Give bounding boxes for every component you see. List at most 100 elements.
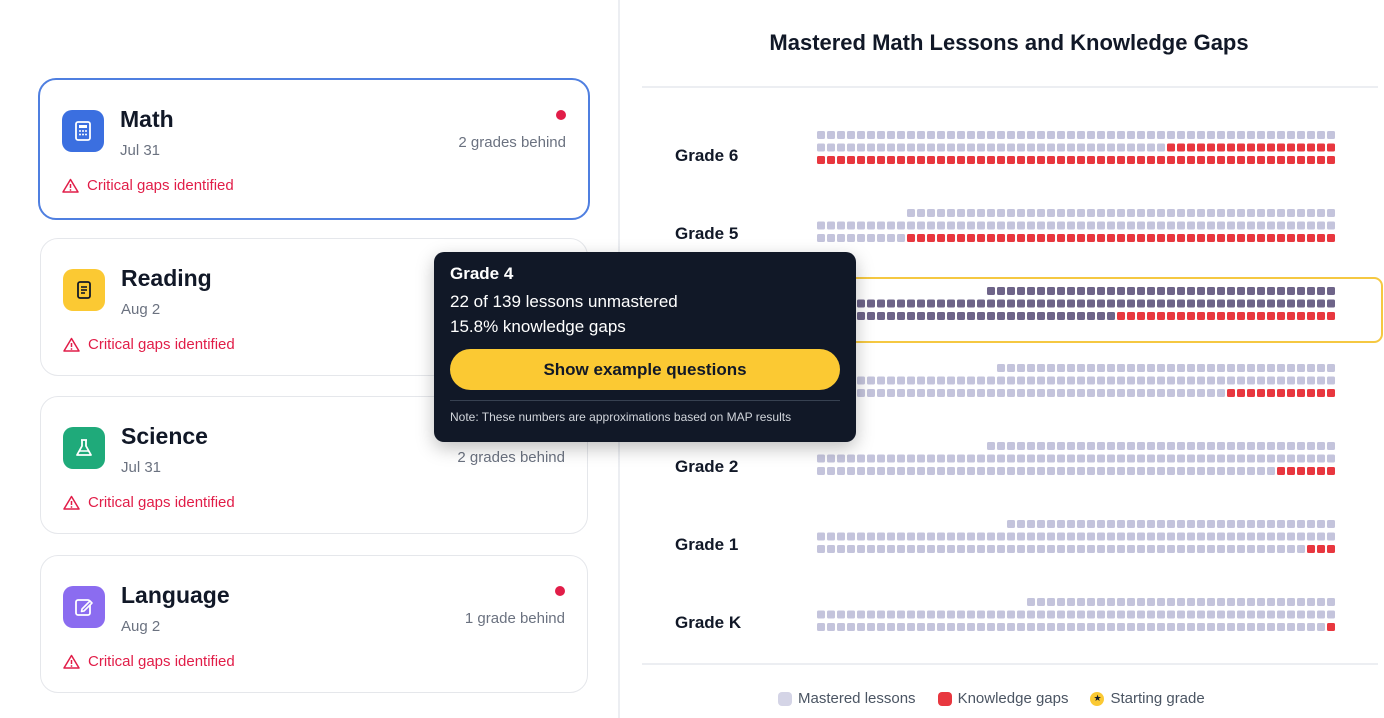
mastered-cell: [1207, 389, 1215, 397]
mastered-cell: [857, 376, 865, 385]
warning-icon: [63, 654, 80, 669]
mastered-cell: [1207, 364, 1215, 372]
mastered-cell: [887, 389, 895, 397]
mastered-cell: [1017, 532, 1025, 541]
gap-cell: [1297, 389, 1305, 397]
mastered-cell: [1127, 467, 1135, 475]
mastered-cell: [1097, 623, 1105, 631]
mastered-cell: [1007, 454, 1015, 463]
mastered-cell: [1007, 312, 1015, 320]
mastered-cell: [987, 221, 995, 230]
mastered-cell: [847, 532, 855, 541]
mastered-cell: [1207, 454, 1215, 463]
mastered-cell: [857, 389, 865, 397]
mastered-cell: [1057, 545, 1065, 553]
mastered-cell: [877, 131, 885, 139]
mastered-cell: [1207, 598, 1215, 606]
mastered-cell: [1117, 442, 1125, 450]
mastered-cell: [1267, 287, 1275, 295]
gap-cell: [1317, 143, 1325, 152]
mastered-cell: [1137, 442, 1145, 450]
mastered-cell: [1287, 442, 1295, 450]
mastered-cell: [1197, 545, 1205, 553]
mastered-cell: [1027, 467, 1035, 475]
mastered-cell: [997, 389, 1005, 397]
subject-card-math[interactable]: Math Jul 31 2 grades behind Critical gap…: [38, 78, 590, 220]
mastered-cell: [1197, 389, 1205, 397]
mastered-cell: [877, 312, 885, 320]
mastered-cell: [1047, 467, 1055, 475]
mastered-cell: [1197, 299, 1205, 308]
mastered-cell: [1277, 623, 1285, 631]
mastered-cell: [1067, 364, 1075, 372]
mastered-cell: [1307, 623, 1315, 631]
mastered-cell: [1157, 610, 1165, 619]
mastered-cell: [1277, 532, 1285, 541]
mastered-cell: [877, 234, 885, 242]
mastered-cell: [1157, 221, 1165, 230]
mastered-cell: [817, 234, 825, 242]
mastered-cell: [1037, 287, 1045, 295]
mastered-cell: [1107, 610, 1115, 619]
mastered-cell: [897, 131, 905, 139]
mastered-cell: [1067, 312, 1075, 320]
mastered-cell: [1177, 454, 1185, 463]
gap-cell: [1007, 156, 1015, 164]
mastered-cell: [917, 221, 925, 230]
mastered-cell: [927, 299, 935, 308]
mastered-cell: [1137, 532, 1145, 541]
mastered-cell: [1087, 545, 1095, 553]
mastered-cell: [1107, 532, 1115, 541]
mastered-cell: [977, 376, 985, 385]
mastered-cell: [857, 221, 865, 230]
mastered-cell: [1197, 376, 1205, 385]
mastered-cell: [997, 299, 1005, 308]
mastered-cell: [877, 454, 885, 463]
mastered-cell: [1017, 376, 1025, 385]
mastered-cell: [1147, 467, 1155, 475]
gap-cell: [1267, 143, 1275, 152]
gap-cell: [1287, 312, 1295, 320]
mastered-cell: [1267, 209, 1275, 217]
gap-text: Critical gaps identified: [88, 653, 235, 670]
mastered-cell: [1317, 131, 1325, 139]
gap-cell: [1247, 312, 1255, 320]
mastered-cell: [887, 610, 895, 619]
mastered-cell: [987, 467, 995, 475]
mastered-cell: [987, 209, 995, 217]
show-example-questions-button[interactable]: Show example questions: [450, 349, 840, 390]
mastered-cell: [1117, 364, 1125, 372]
mastered-cell: [847, 610, 855, 619]
mastered-cell: [1047, 221, 1055, 230]
gap-cell: [1327, 389, 1335, 397]
mastered-cell: [1177, 598, 1185, 606]
mastered-cell: [1307, 520, 1315, 528]
mastered-cell: [897, 376, 905, 385]
mastered-cell: [907, 299, 915, 308]
mastered-cell: [1327, 454, 1335, 463]
mastered-cell: [1247, 598, 1255, 606]
tooltip-gap-percent: 15.8% knowledge gaps: [450, 317, 626, 336]
gap-cell: [1247, 234, 1255, 242]
mastered-cell: [1067, 598, 1075, 606]
mastered-cell: [1227, 598, 1235, 606]
mastered-cell: [1027, 287, 1035, 295]
mastered-cell: [857, 234, 865, 242]
gap-cell: [1117, 312, 1125, 320]
mastered-cell: [1307, 610, 1315, 619]
gap-cell: [1127, 312, 1135, 320]
gap-cell: [987, 156, 995, 164]
mastered-cell: [1077, 312, 1085, 320]
gap-cell: [1167, 143, 1175, 152]
mastered-cell: [857, 299, 865, 308]
mastered-cell: [1217, 467, 1225, 475]
mastered-cell: [1137, 520, 1145, 528]
mastered-cell: [1157, 364, 1165, 372]
gap-cell: [1317, 545, 1325, 553]
mastered-cell: [1187, 467, 1195, 475]
mastered-cell: [1137, 454, 1145, 463]
gap-cell: [1307, 312, 1315, 320]
subject-name: Math: [120, 106, 174, 132]
subject-card-language[interactable]: Language Aug 2 1 grade behind Critical g…: [40, 555, 588, 693]
mastered-cell: [967, 143, 975, 152]
